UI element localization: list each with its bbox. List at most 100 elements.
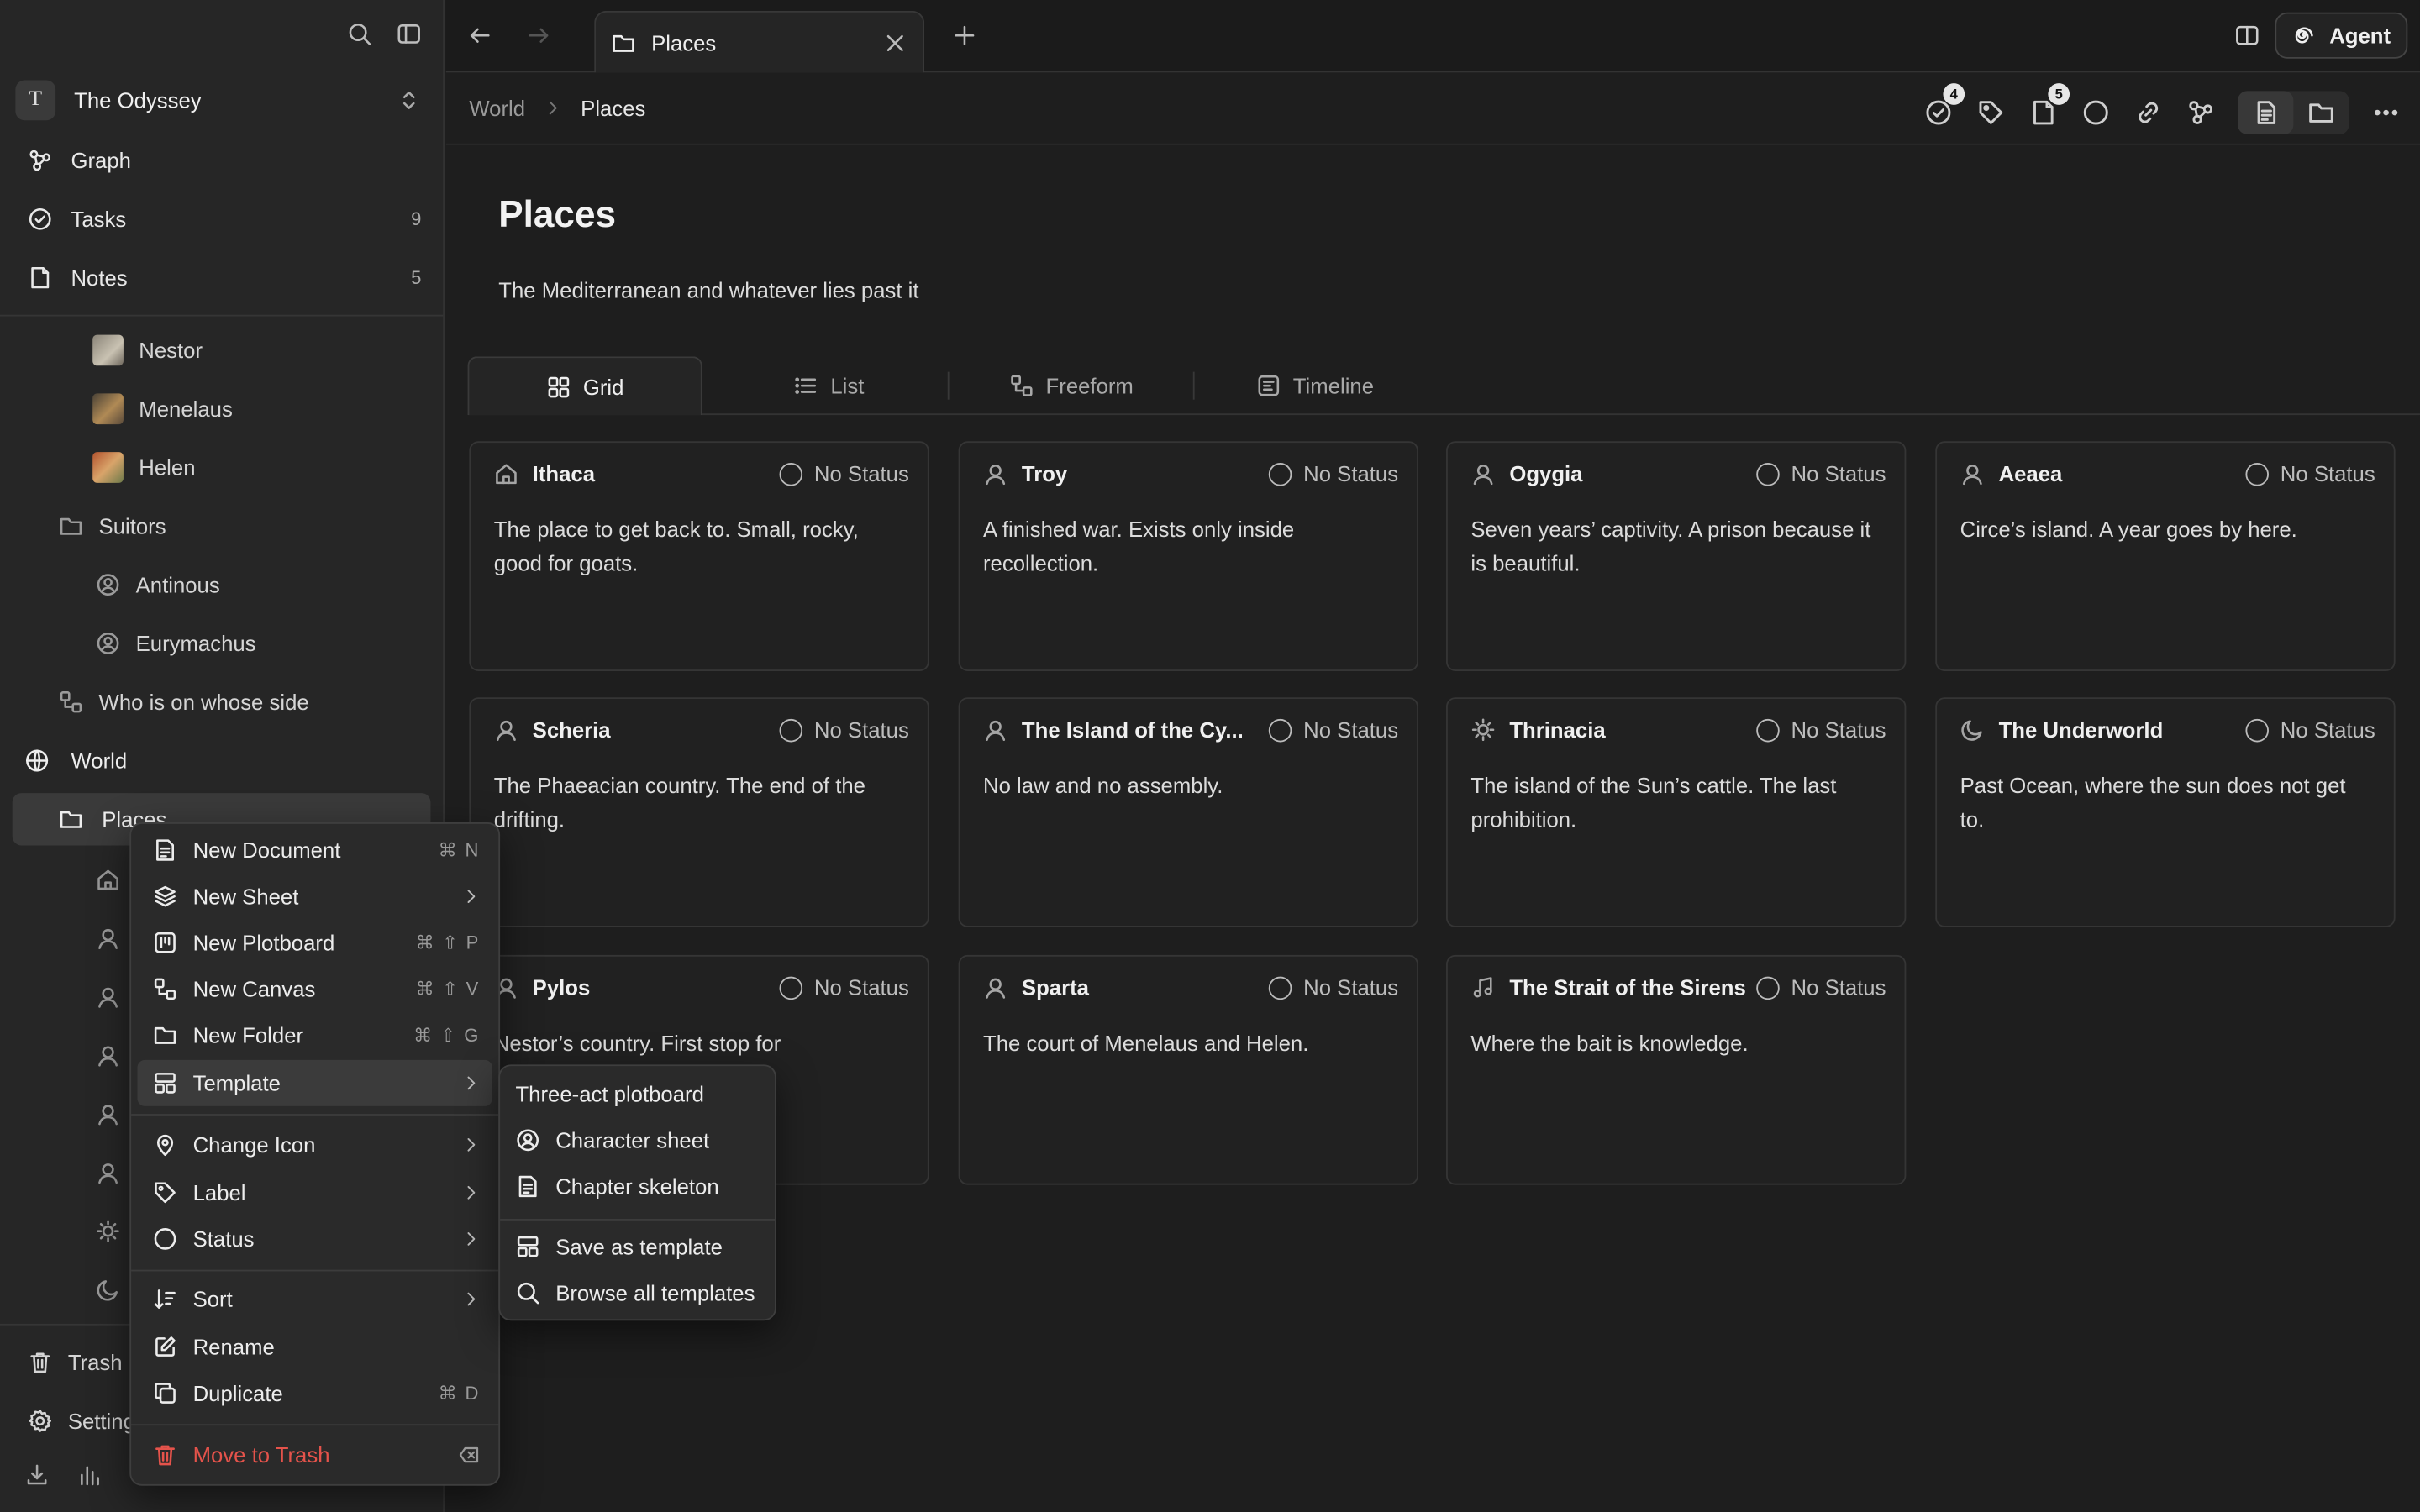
tab-places[interactable]: Places [594,10,925,73]
place-card[interactable]: Troy No Status A finished war. Exists only… [958,441,1418,671]
menu-rename[interactable]: Rename [137,1324,492,1370]
menu-sort[interactable]: Sort [137,1276,492,1322]
tab-bar: Places Agent [445,0,2420,73]
agent-button[interactable]: Agent [2275,12,2408,59]
status-label: No Status [2280,461,2375,486]
status-dropdown[interactable]: No Status [1755,461,1886,486]
workspace-switcher[interactable]: T The Odyssey [15,77,421,123]
menu-template[interactable]: Template [137,1059,492,1106]
tree-item-eurymachus[interactable]: Eurymachus [96,620,256,666]
sidebar-toggle-icon[interactable] [397,22,421,46]
search-icon[interactable] [347,22,371,46]
nav-graph[interactable]: Graph [13,136,422,186]
status-label: No Status [1791,717,1886,743]
place-card[interactable]: Aeaea No Status Circe’s island. A year goe… [1935,441,2396,671]
tree-item-nestor[interactable]: Nestor [92,327,203,373]
person-icon[interactable] [96,926,120,950]
close-icon[interactable] [883,30,908,55]
menu-duplicate[interactable]: Duplicate ⌘ D [137,1370,492,1416]
tab-list[interactable]: List [714,356,943,415]
sun-icon[interactable] [96,1219,120,1243]
menu-new-plotboard[interactable]: New Plotboard ⌘ ⇧ P [137,920,492,966]
submenu-character-sheet[interactable]: Character sheet [515,1119,768,1162]
submenu-save-as-template[interactable]: Save as template [515,1225,768,1268]
breadcrumb-parent[interactable]: World [469,96,525,120]
status-dropdown[interactable]: No Status [778,461,909,486]
menu-new-document[interactable]: New Document ⌘ N [137,827,492,873]
graph-icon[interactable] [2186,96,2217,129]
status-dropdown[interactable]: No Status [1267,975,1398,1000]
card-title: The Island of the Cy... [1021,717,1244,743]
status-circle-icon[interactable] [2081,96,2112,129]
documents-icon[interactable] [2238,91,2294,134]
tree-item-menelaus[interactable]: Menelaus [92,386,233,432]
menu-new-folder[interactable]: New Folder ⌘ ⇧ G [137,1012,492,1058]
menu-new-canvas[interactable]: New Canvas ⌘ ⇧ V [137,966,492,1012]
page-title[interactable]: Places [498,194,616,237]
person-icon[interactable] [96,984,120,1009]
plus-icon[interactable] [952,24,976,48]
place-card[interactable]: Sparta No Status The court of Menelaus and… [958,954,1418,1185]
status-dropdown[interactable]: No Status [778,717,909,742]
status-dropdown[interactable]: No Status [1755,717,1886,742]
status-dropdown[interactable]: No Status [1755,975,1886,1000]
canvas-icon [1008,373,1033,397]
chevron-right-icon [461,1136,480,1154]
tree-item-helen[interactable]: Helen [92,444,196,491]
stats-icon[interactable] [77,1462,102,1487]
tree-label: Eurymachus [135,631,256,656]
tab-freeform[interactable]: Freeform [952,356,1190,415]
place-card[interactable]: Ithaca No Status The place to get back to.… [469,441,929,671]
place-card[interactable]: The Underworld No Status Past Ocean, where… [1935,697,2396,927]
download-icon[interactable] [24,1462,49,1487]
tag-icon[interactable] [1975,96,2007,129]
status-circle-icon [2244,717,2269,742]
status-dropdown[interactable]: No Status [2244,717,2375,742]
home-icon[interactable] [96,867,120,891]
link-icon[interactable] [2133,96,2164,129]
chevron-right-icon [461,1230,480,1248]
tab-grid[interactable]: Grid [467,356,702,416]
place-card[interactable]: Ogygia No Status Seven years’ captivity. A… [1446,441,1907,671]
person-icon[interactable] [96,1160,120,1184]
tree-item-world[interactable]: World [24,738,127,784]
split-view-icon[interactable] [2235,24,2260,48]
tasks-tool[interactable]: 4 [1923,83,1965,129]
person-icon[interactable] [96,1101,120,1126]
submenu-chapter-skeleton[interactable]: Chapter skeleton [515,1165,768,1208]
place-card[interactable]: Thrinacia No Status The island of the Sun’… [1446,697,1907,927]
page-description[interactable]: The Mediterranean and whatever lies past… [498,278,918,302]
place-card[interactable]: The Island of the Cy... No Status No law a… [958,697,1418,927]
place-card[interactable]: The Strait of the Sirens No Status Where t… [1446,954,1907,1185]
person-icon[interactable] [96,1043,120,1068]
status-dropdown[interactable]: No Status [778,975,909,1000]
tree-item-suitors[interactable]: Suitors [59,503,166,549]
nav-notes[interactable]: Notes 5 [13,253,421,302]
tree-item-antinous[interactable]: Antinous [96,562,220,608]
menu-change-icon[interactable]: Change Icon [137,1121,492,1168]
notes-tool[interactable]: 5 [2028,83,2070,129]
sidebar-trash[interactable]: Trash [28,1350,123,1375]
submenu-three-act-plotboard[interactable]: Three-act plotboard [515,1073,768,1116]
menu-status[interactable]: Status [137,1215,492,1262]
menu-new-sheet[interactable]: New Sheet [137,874,492,920]
sidebar-settings[interactable]: Settings [28,1409,146,1433]
status-dropdown[interactable]: No Status [2244,461,2375,486]
tab-timeline[interactable]: Timeline [1196,356,1434,415]
menelaus-thumbnail [92,393,124,425]
place-card[interactable]: Scheria No Status The Phaeacian country. T… [469,697,929,927]
status-dropdown[interactable]: No Status [1267,717,1398,742]
tree-item-who-side[interactable]: Who is on whose side [59,679,309,725]
tree-label: Menelaus [139,396,233,422]
menu-move-to-trash[interactable]: Move to Trash [137,1431,492,1478]
moon-icon[interactable] [96,1278,120,1302]
nav-tasks[interactable]: Tasks 9 [13,194,421,244]
status-dropdown[interactable]: No Status [1267,461,1398,486]
more-icon[interactable] [2370,96,2402,129]
forward-arrow-icon[interactable] [526,24,550,48]
graph-icon [28,148,52,172]
menu-label-item[interactable]: Label [137,1169,492,1215]
submenu-browse-all-templates[interactable]: Browse all templates [515,1271,768,1314]
back-arrow-icon[interactable] [468,24,492,48]
folder-icon[interactable] [2293,91,2349,134]
